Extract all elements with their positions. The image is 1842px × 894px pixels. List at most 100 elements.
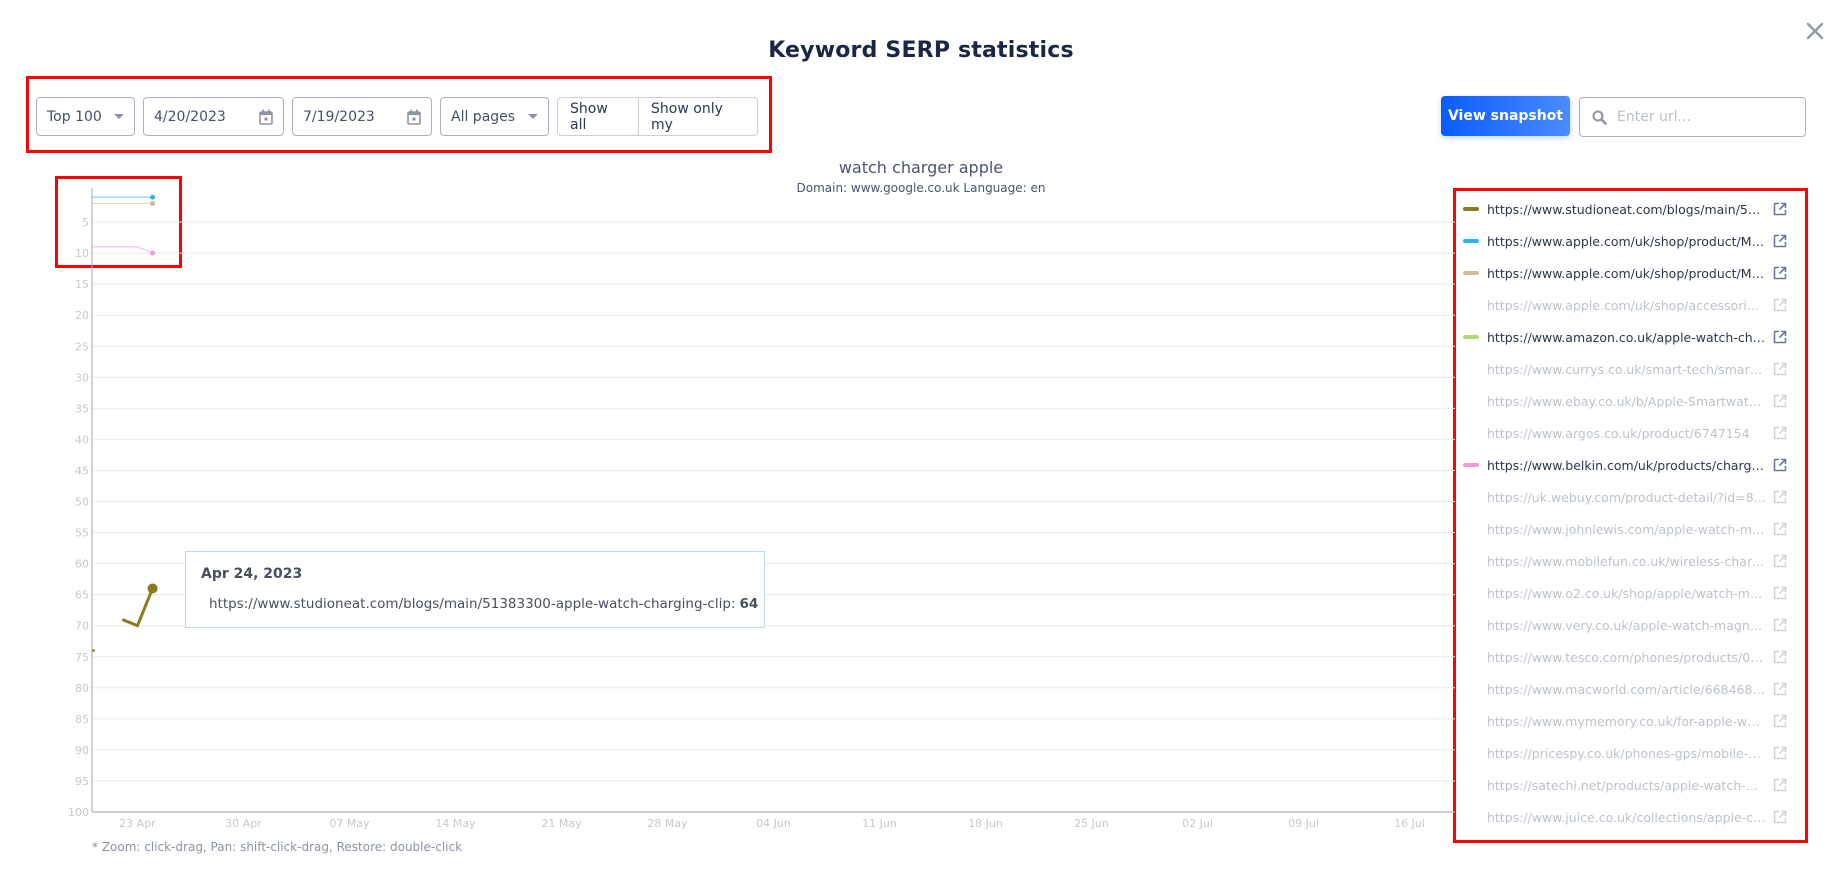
x-tick-label: 11 Jun: [862, 817, 897, 830]
series-line: [92, 246, 153, 254]
legend-item[interactable]: https://satechi.net/products/apple-watch…: [1459, 769, 1803, 801]
legend-swatch: [1463, 495, 1479, 499]
legend-item[interactable]: https://www.o2.co.uk/shop/apple/watch-ma…: [1459, 577, 1803, 609]
external-link-icon[interactable]: [1773, 554, 1787, 568]
legend-item[interactable]: https://pricespy.co.uk/phones-gps/mobile…: [1459, 737, 1803, 769]
series-lines: [92, 194, 158, 652]
legend-item[interactable]: https://www.mymemory.co.uk/for-apple-wat…: [1459, 705, 1803, 737]
legend-item[interactable]: https://www.mobilefun.co.uk/wireless-cha…: [1459, 545, 1803, 577]
legend-swatch: [1463, 815, 1479, 819]
legend-item[interactable]: https://www.argos.co.uk/product/6747154: [1459, 417, 1803, 449]
legend-url: https://satechi.net/products/apple-watch…: [1487, 777, 1767, 793]
external-link-icon[interactable]: [1773, 682, 1787, 696]
external-link-icon[interactable]: [1773, 330, 1787, 344]
chart-tooltip: Apr 24, 2023 https://www.studioneat.com/…: [185, 551, 765, 628]
external-link-icon[interactable]: [1773, 394, 1787, 408]
x-tick-label: 23 Apr: [119, 817, 156, 830]
y-tick-label: 80: [75, 682, 89, 695]
x-tick-label: 28 May: [647, 817, 688, 830]
series-point: [150, 200, 156, 206]
legend-swatch: [1463, 655, 1479, 659]
legend-item[interactable]: https://www.currys.co.uk/smart-tech/smar…: [1459, 353, 1803, 385]
legend-swatch: [1463, 399, 1479, 403]
grid-lines: [92, 221, 1455, 782]
x-tick-label: 02 Jul: [1182, 817, 1213, 830]
legend-swatch: [1463, 239, 1479, 243]
y-tick-label: 35: [75, 402, 89, 415]
legend-url: https://www.apple.com/uk/shop/accessorie…: [1487, 297, 1767, 313]
legend-swatch: [1463, 687, 1479, 691]
series-point: [150, 250, 156, 256]
x-tick-label: 25 Jun: [1074, 817, 1109, 830]
legend-item[interactable]: https://www.johnlewis.com/apple-watch-ma…: [1459, 513, 1803, 545]
external-link-icon[interactable]: [1773, 266, 1787, 280]
external-link-icon[interactable]: [1773, 234, 1787, 248]
y-tick-label: 20: [75, 309, 89, 322]
tooltip-series-url: https://www.studioneat.com/blogs/main/51…: [209, 596, 736, 612]
external-link-icon[interactable]: [1773, 490, 1787, 504]
legend-url: https://pricespy.co.uk/phones-gps/mobile…: [1487, 745, 1767, 761]
zoom-hint: * Zoom: click-drag, Pan: shift-click-dra…: [92, 840, 463, 854]
legend-item[interactable]: https://www.apple.com/uk/shop/product/ML…: [1459, 257, 1803, 289]
legend-item[interactable]: https://www.macworld.com/article/668468/…: [1459, 673, 1803, 705]
x-tick-label: 07 May: [329, 817, 370, 830]
external-link-icon[interactable]: [1773, 522, 1787, 536]
legend-item[interactable]: https://www.juice.co.uk/collections/appl…: [1459, 801, 1803, 833]
external-link-icon[interactable]: [1773, 714, 1787, 728]
external-link-icon[interactable]: [1773, 298, 1787, 312]
external-link-icon[interactable]: [1773, 650, 1787, 664]
legend-item[interactable]: https://www.studioneat.com/blogs/main/51…: [1459, 193, 1803, 225]
legend-item[interactable]: https://www.apple.com/uk/shop/accessorie…: [1459, 289, 1803, 321]
legend-url: https://www.mymemory.co.uk/for-apple-wat…: [1487, 713, 1767, 729]
y-tick-label: 30: [75, 371, 89, 384]
y-tick-label: 45: [75, 464, 89, 477]
y-tick-label: 10: [75, 247, 89, 260]
y-tick-label: 75: [75, 651, 89, 664]
tooltip-date: Apr 24, 2023: [201, 566, 303, 582]
y-tick-label: 60: [75, 558, 89, 571]
external-link-icon[interactable]: [1773, 362, 1787, 376]
external-link-icon[interactable]: [1773, 458, 1787, 472]
y-tick-label: 55: [75, 527, 89, 540]
x-tick-label: 14 May: [435, 817, 476, 830]
tooltip-value: 64: [739, 596, 759, 612]
legend-item[interactable]: https://www.very.co.uk/apple-watch-magne…: [1459, 609, 1803, 641]
external-link-icon[interactable]: [1773, 810, 1787, 824]
legend-url: https://www.amazon.co.uk/apple-watch-cha…: [1487, 329, 1767, 345]
legend-item[interactable]: https://www.ebay.co.uk/b/Apple-Smartwatc…: [1459, 385, 1803, 417]
legend-swatch: [1463, 783, 1479, 787]
legend-url: https://www.currys.co.uk/smart-tech/smar…: [1487, 361, 1767, 377]
legend-swatch: [1463, 431, 1479, 435]
y-tick-label: 85: [75, 713, 89, 726]
x-tick-label: 09 Jul: [1288, 817, 1319, 830]
y-tick-label: 70: [75, 620, 89, 633]
legend-swatch: [1463, 463, 1479, 467]
external-link-icon[interactable]: [1773, 618, 1787, 632]
y-tick-label: 40: [75, 433, 89, 446]
y-tick-label: 5: [82, 216, 89, 229]
legend-swatch: [1463, 719, 1479, 723]
legend-url: https://uk.webuy.com/product-detail/?id=…: [1487, 489, 1767, 505]
legend-url: https://www.very.co.uk/apple-watch-magne…: [1487, 617, 1767, 633]
legend-item[interactable]: https://www.amazon.co.uk/apple-watch-cha…: [1459, 321, 1803, 353]
external-link-icon[interactable]: [1773, 778, 1787, 792]
legend-url: https://www.o2.co.uk/shop/apple/watch-ma…: [1487, 585, 1767, 601]
legend-item[interactable]: https://www.tesco.com/phones/products/00…: [1459, 641, 1803, 673]
series-point: [147, 583, 158, 594]
external-link-icon[interactable]: [1773, 586, 1787, 600]
legend-item[interactable]: https://uk.webuy.com/product-detail/?id=…: [1459, 481, 1803, 513]
legend-swatch: [1463, 207, 1479, 211]
y-tick-label: 50: [75, 496, 89, 509]
series-line: [121, 587, 154, 628]
legend-swatch: [1463, 591, 1479, 595]
external-link-icon[interactable]: [1773, 746, 1787, 760]
legend-swatch: [1463, 623, 1479, 627]
external-link-icon[interactable]: [1773, 202, 1787, 216]
external-link-icon[interactable]: [1773, 426, 1787, 440]
legend-url: https://www.ebay.co.uk/b/Apple-Smartwatc…: [1487, 393, 1767, 409]
legend-swatch: [1463, 303, 1479, 307]
legend-item[interactable]: https://www.apple.com/uk/shop/product/MX…: [1459, 225, 1803, 257]
x-tick-label: 04 Jun: [756, 817, 791, 830]
legend-item[interactable]: https://www.belkin.com/uk/products/charg…: [1459, 449, 1803, 481]
legend-url: https://www.johnlewis.com/apple-watch-ma…: [1487, 521, 1767, 537]
